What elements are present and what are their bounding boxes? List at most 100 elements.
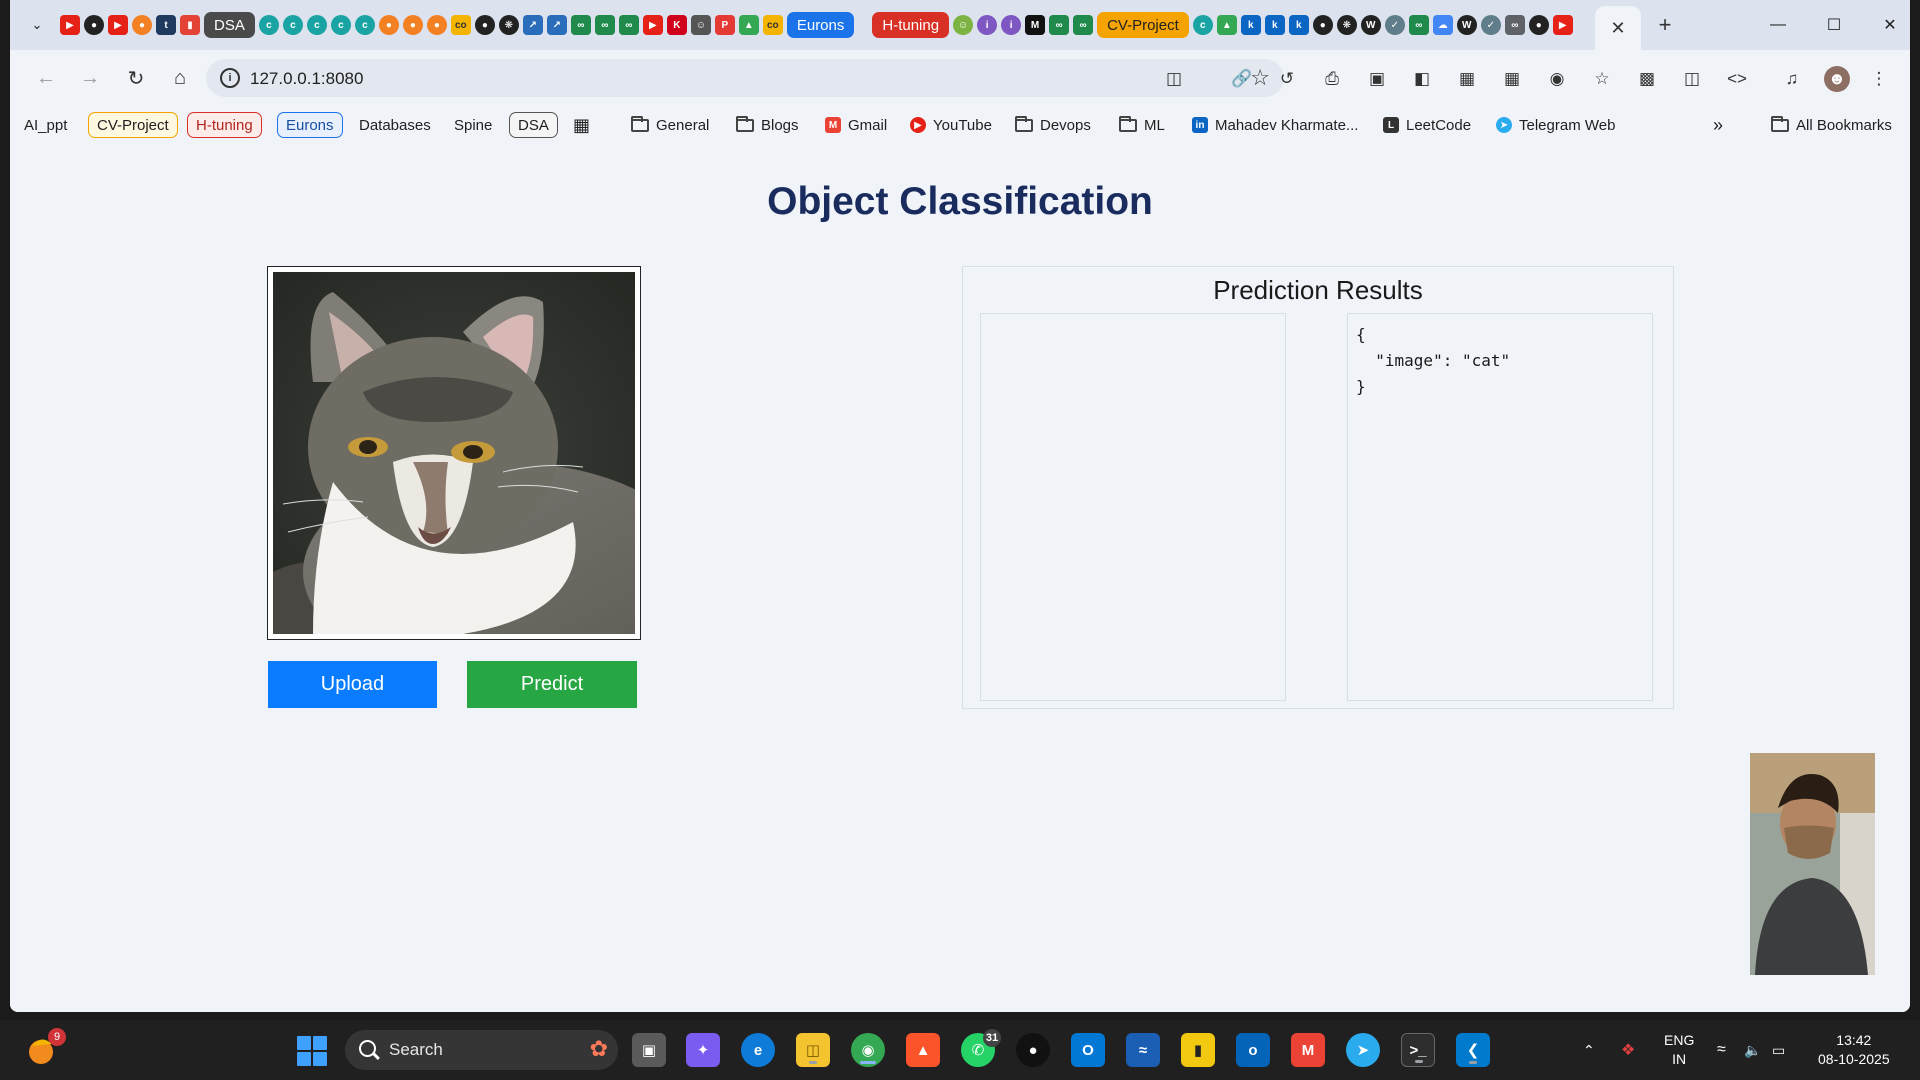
link-tab-icon[interactable]: ∞ [1049, 15, 1070, 35]
analytics-tab-icon[interactable]: ▮ [180, 15, 200, 35]
chrome-icon[interactable]: ◉ [851, 1033, 885, 1067]
reading-mode-icon[interactable]: ▦ [1454, 66, 1480, 92]
copilot-icon[interactable]: ✦ [686, 1033, 720, 1067]
battery-icon[interactable]: ▭ [1772, 1020, 1785, 1080]
orange-tab-icon[interactable]: ● [426, 15, 447, 35]
course-tab-icon[interactable]: c [282, 15, 303, 35]
forward-icon[interactable]: → [76, 64, 104, 92]
bookmark-youtube[interactable]: ▶ YouTube [910, 112, 992, 138]
task-view-icon[interactable]: ▣ [632, 1033, 666, 1067]
menu-icon[interactable]: ⋮ [1866, 66, 1892, 92]
all-bookmarks[interactable]: All Bookmarks [1771, 112, 1892, 138]
medium-tab-icon[interactable]: M [1025, 15, 1046, 35]
cloud-tab-icon[interactable]: ☁ [1432, 15, 1453, 35]
apps-grid-icon[interactable]: ▦ [573, 112, 590, 138]
address-bar[interactable]: i 127.0.0.1:8080 ☆ [206, 59, 1284, 97]
volume-icon[interactable]: 🔈 [1744, 1020, 1761, 1080]
telegram-app-icon[interactable]: ➤ [1346, 1033, 1380, 1067]
k-tab-icon[interactable]: K [666, 15, 687, 35]
widgets-button[interactable]: 9 [26, 1028, 66, 1066]
pdf-tab-icon[interactable]: P [714, 15, 735, 35]
link-icon[interactable]: 🔗 [1229, 66, 1255, 92]
bookmark-blogs[interactable]: Blogs [736, 112, 799, 138]
github-tab-icon[interactable]: ● [474, 15, 495, 35]
drive-tab-icon[interactable]: ▲ [738, 15, 759, 35]
openai-tab-icon[interactable]: ❋ [498, 15, 519, 35]
github-desktop-icon[interactable]: ● [1016, 1033, 1050, 1067]
bookmark-telegram[interactable]: ➤ Telegram Web [1496, 112, 1615, 138]
bookmark-ml[interactable]: ML [1119, 112, 1165, 138]
tds-tab-icon[interactable]: t [156, 15, 176, 35]
url-text[interactable]: 127.0.0.1:8080 [250, 69, 363, 89]
close-tab-icon[interactable]: ✕ [1610, 18, 1625, 39]
info-tab-icon[interactable]: i [977, 15, 998, 35]
file-explorer-icon[interactable]: ◫ [796, 1033, 830, 1067]
code-icon[interactable]: <> [1724, 66, 1750, 92]
infinity-tab-icon[interactable]: ∞ [1504, 15, 1525, 35]
link-tab-icon[interactable]: ∞ [594, 15, 615, 35]
bookmark-leetcode[interactable]: L LeetCode [1383, 112, 1471, 138]
translate-icon[interactable]: ◧ [1409, 66, 1435, 92]
table-icon[interactable]: ▦ [1499, 66, 1525, 92]
check-tab-icon[interactable]: ✓ [1384, 15, 1405, 35]
youtube-tab-icon[interactable]: ▶ [108, 15, 128, 35]
predict-button[interactable]: Predict [467, 661, 637, 708]
course-tab-icon[interactable]: c [1192, 15, 1213, 35]
upload-button[interactable]: Upload [268, 661, 437, 708]
maximize-icon[interactable]: ☐ [1810, 8, 1858, 42]
youtube-tab-icon[interactable]: ▶ [60, 15, 80, 35]
eurons-tab[interactable]: Eurons [786, 12, 855, 38]
k-blue-tab-icon[interactable]: k [1264, 15, 1285, 35]
link-tab-icon[interactable]: ∞ [1073, 15, 1094, 35]
link-tab-icon[interactable]: ∞ [618, 15, 639, 35]
media-control-icon[interactable]: ♫ [1779, 66, 1805, 92]
page-scrollbar[interactable] [1900, 148, 1910, 1012]
extensions-icon[interactable]: ◫ [1161, 66, 1187, 92]
youtube-tab-icon[interactable]: ▶ [1552, 15, 1573, 35]
course-tab-icon[interactable]: c [306, 15, 327, 35]
orange-tab-icon[interactable]: ● [402, 15, 423, 35]
bookmark-dsa[interactable]: DSA [509, 112, 558, 138]
wordpress-tab-icon[interactable]: W [1456, 15, 1477, 35]
link-tab-icon[interactable]: ∞ [1408, 15, 1429, 35]
check-tab-icon[interactable]: ✓ [1480, 15, 1501, 35]
github-tab-icon[interactable]: ● [1528, 15, 1549, 35]
colab-tab-icon[interactable]: co [450, 15, 471, 35]
course-tab-icon[interactable]: c [354, 15, 375, 35]
bookmark-devops[interactable]: Devops [1015, 112, 1091, 138]
outlook-new-icon[interactable]: o [1236, 1033, 1270, 1067]
bookmark-linkedin[interactable]: in Mahadev Kharmate... [1192, 112, 1358, 138]
chart-tab-icon[interactable]: ↗ [546, 15, 567, 35]
active-tab[interactable]: ✕ [1595, 6, 1641, 50]
bookmark-databases[interactable]: Databases [359, 112, 431, 138]
tab-search-chevron-icon[interactable]: ⌄ [24, 12, 50, 38]
edge-icon[interactable]: e [741, 1033, 775, 1067]
bookmark-eurons[interactable]: Eurons [277, 112, 343, 138]
info-tab-icon[interactable]: i [1001, 15, 1022, 35]
bookmark-h-tuning[interactable]: H-tuning [187, 112, 262, 138]
k-blue-tab-icon[interactable]: k [1288, 15, 1309, 35]
orange-tab-icon[interactable]: ● [132, 15, 152, 35]
close-window-icon[interactable]: ✕ [1866, 8, 1910, 42]
qr-code-icon[interactable]: ▩ [1634, 66, 1660, 92]
screenshot-icon[interactable]: ▣ [1364, 66, 1390, 92]
bookmark-gmail[interactable]: M Gmail [825, 112, 887, 138]
k-blue-tab-icon[interactable]: k [1240, 15, 1261, 35]
course-tab-icon[interactable]: c [330, 15, 351, 35]
bookmark-ai-ppt[interactable]: AI_ppt [24, 112, 67, 138]
reload-icon[interactable]: ↻ [122, 64, 150, 92]
incognito-icon[interactable]: ◉ [1544, 66, 1570, 92]
taskbar-search[interactable]: Search ✿ [345, 1030, 618, 1070]
back-icon[interactable]: ← [32, 64, 60, 92]
profile-avatar[interactable]: ☻ [1824, 66, 1850, 92]
h-tuning-tab[interactable]: H-tuning [872, 12, 950, 38]
person-tab-icon[interactable]: ☺ [690, 15, 711, 35]
favorites-icon[interactable]: ☆ [1589, 66, 1615, 92]
home-icon[interactable]: ⌂ [166, 64, 194, 92]
more-bookmarks-icon[interactable]: » [1713, 112, 1723, 138]
link-tab-icon[interactable]: ∞ [570, 15, 591, 35]
site-info-icon[interactable]: i [220, 68, 240, 88]
chart-tab-icon[interactable]: ↗ [522, 15, 543, 35]
openai-tab-icon[interactable]: ❋ [1336, 15, 1357, 35]
emoji-tab-icon[interactable]: ☺ [953, 15, 974, 35]
